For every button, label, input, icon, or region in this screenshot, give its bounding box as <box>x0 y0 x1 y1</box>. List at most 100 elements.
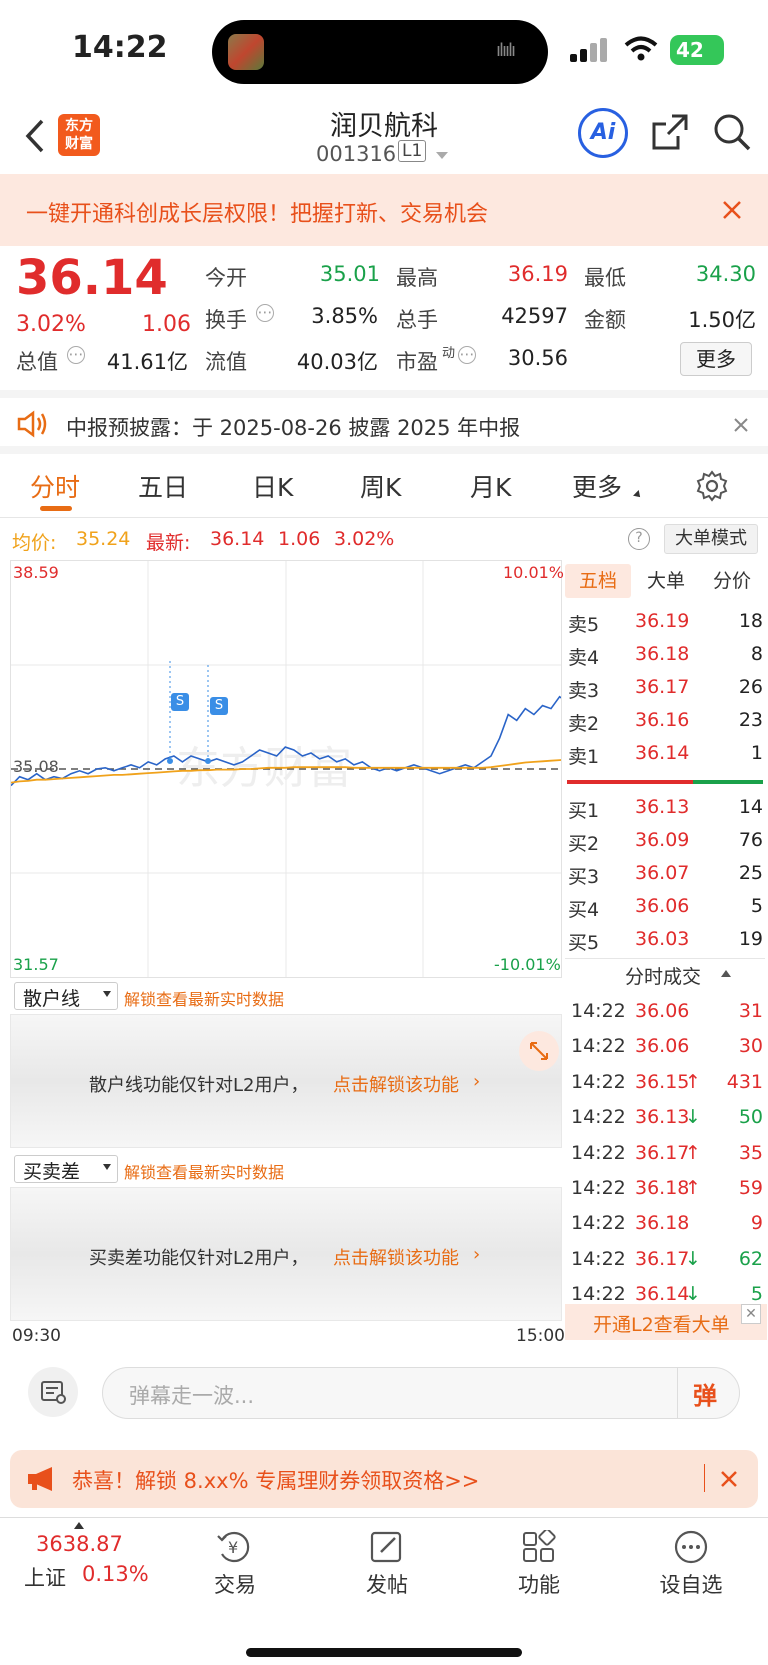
unlock-feature-link[interactable]: 点击解锁该功能 <box>333 1071 459 1097</box>
tab-price-distribution[interactable]: 分价 <box>699 564 765 598</box>
promo-text[interactable]: 一键开通科创成长层权限！把握打新、交易机会 <box>26 196 488 228</box>
big-order-mode-button[interactable]: 大单模式 <box>664 524 758 554</box>
ask-label: 卖1 <box>568 746 600 768</box>
tab-big-orders[interactable]: 大单 <box>633 564 699 598</box>
close-icon[interactable] <box>720 1470 738 1488</box>
bid-row-2[interactable]: 买2 36.09 76 <box>565 825 765 857</box>
bid-row-5[interactable]: 买5 36.03 19 <box>565 924 765 956</box>
danmu-send-button[interactable]: 弹 <box>693 1376 717 1411</box>
ask-row-1[interactable]: 卖1 36.14 1 <box>565 738 765 770</box>
ai-button[interactable]: Ai <box>578 108 628 158</box>
caret-up-icon[interactable] <box>74 1522 84 1529</box>
bid-row-3[interactable]: 买3 36.07 25 <box>565 858 765 890</box>
more-button[interactable]: 更多 <box>680 342 752 376</box>
pct-axis-bottom-label: -10.01% <box>494 955 561 974</box>
settings-gear-icon[interactable] <box>696 470 728 502</box>
tab-monthly-k[interactable]: 月K <box>470 468 511 504</box>
tick-row[interactable]: 14:22 36.06 30 <box>565 1031 765 1063</box>
intraday-chart[interactable]: 东方财富 38.59 35.08 31.57 10.01% -10.01% S … <box>10 560 564 978</box>
retail-line-select[interactable]: 散户线 <box>14 982 118 1010</box>
chevron-right-icon[interactable]: › <box>473 1071 480 1092</box>
nav-add-watchlist[interactable]: 设自选 <box>636 1518 746 1599</box>
back-icon[interactable] <box>24 118 46 154</box>
nav-post[interactable]: 发帖 <box>332 1518 442 1599</box>
pe-label: 市盈 <box>396 350 438 374</box>
tick-row[interactable]: 14:22 36.15 ↑ 431 <box>565 1067 765 1099</box>
close-icon[interactable] <box>734 418 748 432</box>
l2-upgrade-bar[interactable]: 开通L2查看大单 ✕ <box>565 1304 767 1340</box>
level-badge[interactable]: L1 <box>398 140 427 162</box>
avg-label: 均价: <box>12 532 57 554</box>
disclosure-notice[interactable]: 中报预披露：于 2025-08-26 披露 2025 年中报 <box>0 390 768 454</box>
bid-ratio-bar <box>693 780 763 784</box>
promo-bar[interactable]: 一键开通科创成长层权限！把握打新、交易机会 <box>0 174 768 246</box>
tick-direction-icon: ↑ <box>685 1141 701 1164</box>
ask-row-4[interactable]: 卖4 36.18 8 <box>565 639 765 671</box>
tab-5day[interactable]: 五日 <box>138 468 188 504</box>
sell-marker-icon[interactable]: S <box>171 693 189 711</box>
info-icon[interactable]: ⋯ <box>67 346 85 364</box>
tab-intraday[interactable]: 分时 <box>30 468 80 504</box>
tick-row[interactable]: 14:22 36.17 ↑ 35 <box>565 1138 765 1170</box>
nav-add-watchlist-label: 设自选 <box>659 1573 723 1597</box>
unlock-link[interactable]: 解锁查看最新实时数据 <box>124 1159 284 1183</box>
share-icon[interactable] <box>650 112 690 152</box>
tick-row[interactable]: 14:22 36.18 ↑ 59 <box>565 1173 765 1205</box>
tick-time: 14:22 <box>571 1000 626 1022</box>
unlock-feature-link[interactable]: 点击解锁该功能 <box>333 1244 459 1270</box>
tick-time: 14:22 <box>571 1177 626 1199</box>
index-change[interactable]: 0.13% <box>82 1562 149 1586</box>
tick-price: 36.06 <box>635 1035 690 1058</box>
bid-row-4[interactable]: 买4 36.06 5 <box>565 891 765 923</box>
tick-volume: 31 <box>738 1000 763 1022</box>
index-name[interactable]: 上证 <box>24 1562 66 1592</box>
tick-row[interactable]: 14:22 36.13 ↓ 50 <box>565 1102 765 1134</box>
high-label: 最高 <box>396 266 438 290</box>
tick-row[interactable]: 14:22 36.17 ↓ 62 <box>565 1244 765 1276</box>
bid-price: 36.03 <box>635 928 690 950</box>
notice-text[interactable]: 中报预披露：于 2025-08-26 披露 2025 年中报 <box>66 412 520 442</box>
info-icon[interactable]: ⋯ <box>256 304 274 322</box>
ask-row-3[interactable]: 卖3 36.17 26 <box>565 672 765 704</box>
change-percent: 3.02% <box>16 312 86 337</box>
ask-row-2[interactable]: 卖2 36.16 23 <box>565 705 765 737</box>
info-icon[interactable]: ⋯ <box>458 346 476 364</box>
speaker-icon <box>17 410 47 438</box>
tab-weekly-k[interactable]: 周K <box>360 468 401 504</box>
danmu-settings-icon[interactable] <box>28 1367 78 1417</box>
eastmoney-logo[interactable]: 东方 财富 <box>58 114 100 156</box>
close-icon[interactable]: ✕ <box>741 1304 761 1324</box>
tick-row[interactable]: 14:22 36.06 31 <box>565 996 765 1028</box>
unlock-link[interactable]: 解锁查看最新实时数据 <box>124 986 284 1010</box>
nav-trade[interactable]: ¥ 交易 <box>180 1518 290 1599</box>
search-icon[interactable] <box>712 112 752 152</box>
ask-price: 36.19 <box>635 610 690 632</box>
tab-daily-k[interactable]: 日K <box>252 468 293 504</box>
danmu-placeholder: 弹幕走一波... <box>129 1384 255 1408</box>
expand-icon[interactable] <box>519 1031 559 1071</box>
tab-five-levels[interactable]: 五档 <box>565 564 631 598</box>
chevron-right-icon[interactable]: › <box>473 1244 480 1265</box>
y-axis-top-label: 38.59 <box>13 563 59 582</box>
help-icon[interactable]: ? <box>628 528 650 550</box>
danmu-input[interactable]: 弹幕走一波... 弹 <box>102 1367 740 1419</box>
finance-coupon-banner[interactable]: 恭喜！解锁 8.xx% 专属理财券领取资格>> <box>10 1450 758 1508</box>
caret-up-icon[interactable] <box>721 970 731 977</box>
caret-down-icon[interactable] <box>436 152 448 159</box>
bid-row-1[interactable]: 买1 36.13 14 <box>565 792 765 824</box>
battery-level: 42 <box>676 38 704 62</box>
album-art <box>228 34 264 70</box>
nav-functions[interactable]: 功能 <box>484 1518 594 1599</box>
sell-marker-icon[interactable]: S <box>210 697 228 715</box>
ticks-title[interactable]: 分时成交 <box>625 962 701 989</box>
ask-label: 卖5 <box>568 614 600 636</box>
tick-row[interactable]: 14:22 36.18 9 <box>565 1208 765 1240</box>
ask-row-5[interactable]: 卖5 36.19 18 <box>565 606 765 638</box>
banner-text[interactable]: 恭喜！解锁 8.xx% 专属理财券领取资格>> <box>72 1465 479 1495</box>
index-value[interactable]: 3638.87 <box>36 1532 123 1556</box>
tab-more[interactable]: 更多 <box>572 468 622 504</box>
bid-ask-diff-select[interactable]: 买卖差 <box>14 1155 118 1183</box>
close-icon[interactable] <box>722 200 742 220</box>
l2-link[interactable]: 开通L2查看大单 <box>593 1310 730 1337</box>
bid-volume: 76 <box>738 829 763 851</box>
